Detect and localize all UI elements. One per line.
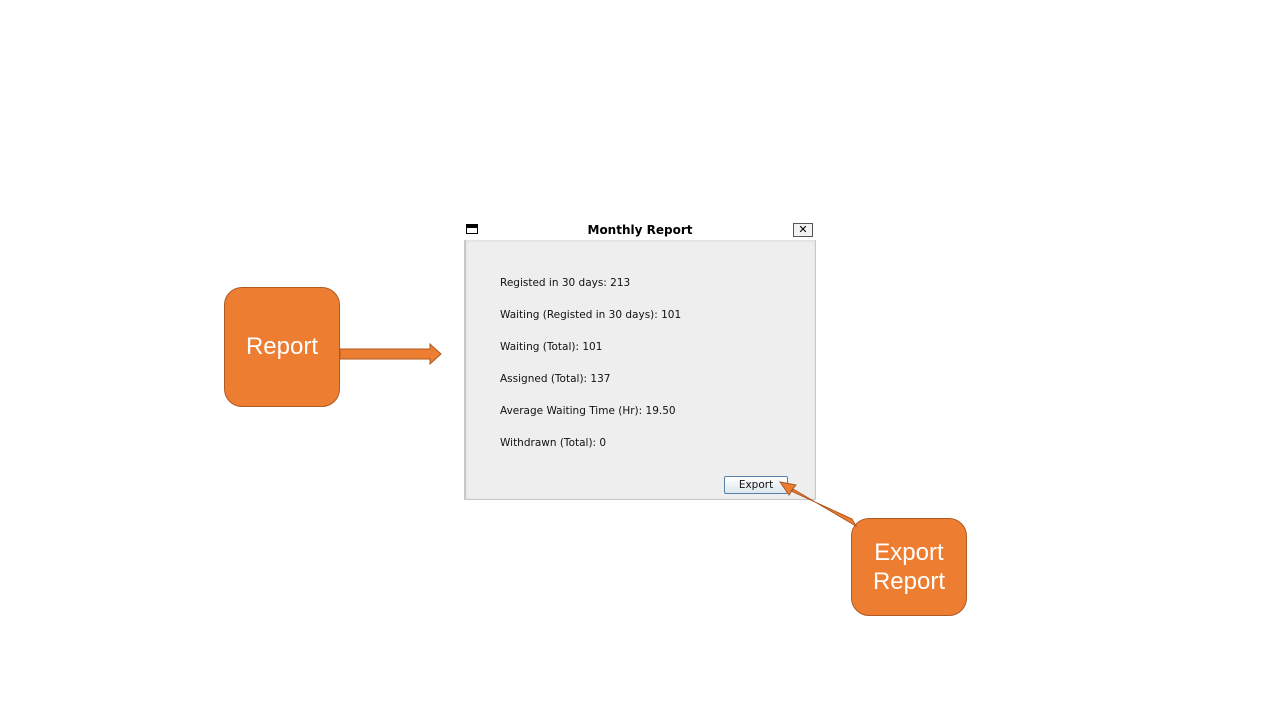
dialog-titlebar[interactable]: Monthly Report ✕ (464, 220, 816, 240)
monthly-report-dialog: Monthly Report ✕ Registed in 30 days: 21… (464, 220, 816, 500)
close-button[interactable]: ✕ (793, 223, 813, 237)
dialog-body: Registed in 30 days: 213 Waiting (Regist… (464, 240, 816, 500)
report-callout-label: Report (245, 333, 319, 360)
stat-waiting-total: Waiting (Total): 101 (500, 341, 603, 353)
export-button[interactable]: Export (724, 476, 788, 494)
stat-assigned-total: Assigned (Total): 137 (500, 373, 611, 385)
export-callout-line-1: Export (874, 539, 944, 566)
export-callout-text: Export Report (873, 538, 945, 596)
stat-withdrawn-total: Withdrawn (Total): 0 (500, 437, 607, 449)
stat-registered-30-days: Registed in 30 days: 213 (500, 277, 631, 289)
stat-waiting-registered-30-days: Waiting (Registed in 30 days): 101 (500, 309, 682, 321)
report-callout: Report (224, 287, 340, 407)
report-arrow (339, 342, 442, 366)
slide-canvas: Monthly Report ✕ Registed in 30 days: 21… (0, 0, 1280, 720)
dialog-title: Monthly Report (587, 223, 693, 237)
stat-average-waiting-time: Average Waiting Time (Hr): 19.50 (500, 405, 676, 417)
export-callout-line-2: Report (872, 568, 946, 595)
export-report-callout: Export Report (851, 518, 967, 616)
